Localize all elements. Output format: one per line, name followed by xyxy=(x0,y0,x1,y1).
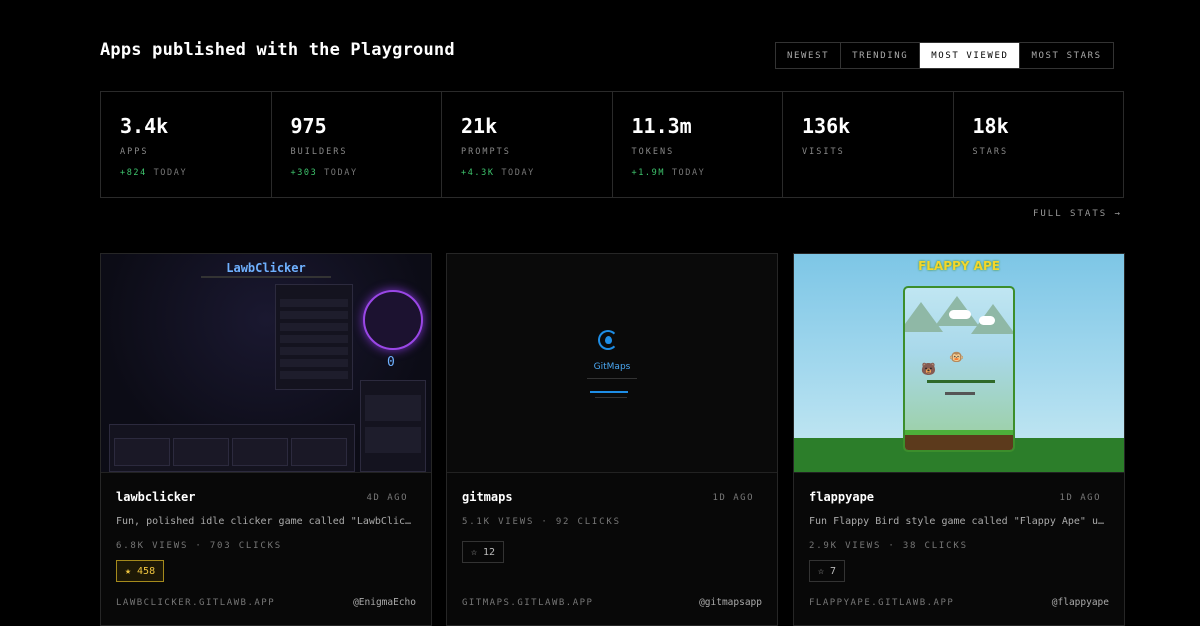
thumb-grass xyxy=(905,430,1013,450)
app-card-flappyape[interactable]: FLAPPY APE 🐻 🐵 flappyape 1D AGO Fun Flap… xyxy=(793,253,1125,626)
stat-today-label: TODAY xyxy=(671,168,706,178)
star-button[interactable]: ☆ 12 xyxy=(462,541,505,563)
app-card-gitmaps[interactable]: GitMaps gitmaps 1D AGO 5.1K VIEWS · 92 C… xyxy=(446,253,778,626)
stat-value: 11.3m xyxy=(631,114,692,138)
stat-today: +824 TODAY xyxy=(120,168,271,178)
stat-today: +303 TODAY xyxy=(291,168,442,178)
stat-visits: 136k VISITS xyxy=(783,92,954,197)
app-metrics: 6.8K VIEWS · 703 CLICKS xyxy=(116,541,283,551)
app-metrics: 5.1K VIEWS · 92 CLICKS xyxy=(462,517,621,527)
thumb-title: LawbClicker xyxy=(226,261,306,275)
tab-newest[interactable]: NEWEST xyxy=(776,43,842,68)
thumb-title: GitMaps xyxy=(593,362,631,372)
app-domain-link[interactable]: FLAPPYAPE.GITLAWB.APP xyxy=(809,598,954,608)
full-stats-link[interactable]: FULL STATS → xyxy=(1033,209,1122,219)
stat-today: +4.3K TODAY xyxy=(461,168,612,178)
app-author-link[interactable]: @flappyape xyxy=(1052,597,1109,608)
thumb-title: FLAPPY APE xyxy=(918,259,1000,273)
stat-label: VISITS xyxy=(802,147,845,157)
stat-delta: +4.3K xyxy=(461,168,495,178)
thumb-tagline-bar xyxy=(587,378,637,379)
app-thumbnail[interactable]: FLAPPY APE 🐻 🐵 xyxy=(794,254,1124,473)
page-title: Apps published with the Playground xyxy=(100,40,455,60)
stats-panel: 3.4k APPS +824 TODAY 975 BUILDERS +303 T… xyxy=(100,91,1124,198)
monkey-face-icon: 🐵 xyxy=(949,350,964,364)
app-age: 1D AGO xyxy=(712,493,754,503)
stat-today-label: TODAY xyxy=(501,168,535,178)
tab-most-stars[interactable]: MOST STARS xyxy=(1020,43,1112,68)
star-count: 12 xyxy=(483,546,496,558)
star-button[interactable]: ★ 458 xyxy=(116,560,165,582)
app-thumbnail[interactable]: LawbClicker 0 xyxy=(101,254,431,473)
thumb-counter: 0 xyxy=(387,355,395,370)
app-author-link[interactable]: @EnigmaEcho xyxy=(353,597,416,608)
star-count: 7 xyxy=(830,565,837,577)
app-thumbnail[interactable]: GitMaps xyxy=(447,254,777,473)
stat-value: 136k xyxy=(802,114,851,138)
tab-trending[interactable]: TRENDING xyxy=(841,43,921,68)
stat-value: 3.4k xyxy=(120,114,169,138)
app-name[interactable]: gitmaps xyxy=(462,490,513,504)
app-card-lawbclicker[interactable]: LawbClicker 0 lawbclicker 4D AGO Fun, po… xyxy=(100,253,432,626)
app-name[interactable]: lawbclicker xyxy=(116,490,195,504)
stat-apps: 3.4k APPS +824 TODAY xyxy=(101,92,272,197)
star-icon: ☆ xyxy=(471,546,478,558)
app-author-link[interactable]: @gitmapsapp xyxy=(699,597,762,608)
stat-label: STARS xyxy=(972,147,1009,157)
star-button[interactable]: ☆ 7 xyxy=(809,560,846,582)
sort-tabs: NEWEST TRENDING MOST VIEWED MOST STARS xyxy=(775,42,1114,69)
app-age: 4D AGO xyxy=(366,493,408,503)
app-age: 1D AGO xyxy=(1059,493,1101,503)
thumb-stats-panel xyxy=(275,284,353,390)
bear-face-icon: 🐻 xyxy=(921,362,936,376)
thumb-subtitle-bar xyxy=(201,276,331,278)
app-domain-link[interactable]: GITMAPS.GITLAWB.APP xyxy=(462,598,593,608)
game-frame: 🐻 🐵 xyxy=(903,286,1015,452)
star-count: 458 xyxy=(137,565,156,577)
app-description: Fun, polished idle clicker game called "… xyxy=(116,516,416,527)
stat-value: 18k xyxy=(972,114,1009,138)
stat-prompts: 21k PROMPTS +4.3K TODAY xyxy=(442,92,613,197)
app-domain-link[interactable]: LAWBCLICKER.GITLAWB.APP xyxy=(116,598,275,608)
stat-tokens: 11.3m TOKENS +1.9M TODAY xyxy=(613,92,783,197)
tab-most-viewed[interactable]: MOST VIEWED xyxy=(920,43,1021,68)
click-target xyxy=(363,290,423,350)
stat-today-label: TODAY xyxy=(153,168,188,178)
stat-today: +1.9M TODAY xyxy=(632,168,783,178)
stat-label: PROMPTS xyxy=(461,147,511,157)
stat-delta: +303 xyxy=(290,168,318,178)
star-icon: ★ xyxy=(125,565,132,577)
stat-today-label: TODAY xyxy=(324,168,358,178)
stat-delta: +824 xyxy=(120,168,147,178)
stat-stars: 18k STARS xyxy=(954,92,1124,197)
thumb-status-bar xyxy=(595,397,627,398)
water-drop-icon xyxy=(605,336,612,344)
stat-label: TOKENS xyxy=(631,147,675,157)
loading-bar xyxy=(590,391,628,393)
app-metrics: 2.9K VIEWS · 38 CLICKS xyxy=(809,541,968,551)
thumb-upgrades-panel xyxy=(360,380,426,472)
stat-delta: +1.9M xyxy=(631,168,666,178)
app-description: Fun Flappy Bird style game called "Flapp… xyxy=(809,516,1109,527)
stat-value: 975 xyxy=(290,114,327,138)
stat-builders: 975 BUILDERS +303 TODAY xyxy=(272,92,442,197)
stat-label: BUILDERS xyxy=(290,147,348,157)
stat-value: 21k xyxy=(461,114,498,138)
star-icon: ☆ xyxy=(818,565,825,577)
stat-label: APPS xyxy=(120,147,149,157)
app-name[interactable]: flappyape xyxy=(809,490,874,504)
